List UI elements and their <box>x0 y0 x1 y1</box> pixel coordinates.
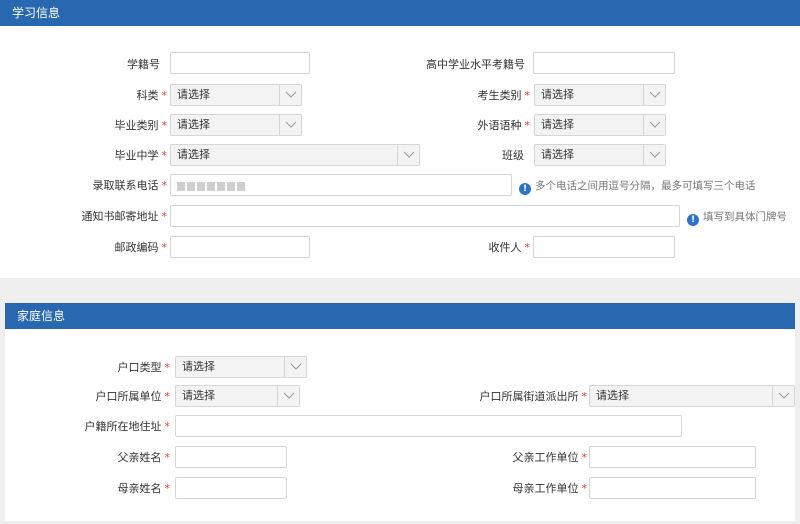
address-input[interactable] <box>170 205 680 227</box>
subject-type-label: 科类 * <box>136 89 168 102</box>
hukou-unit-select[interactable]: 请选择 <box>175 385 300 407</box>
postcode-input[interactable] <box>170 236 310 258</box>
hukou-address-input[interactable] <box>175 415 682 437</box>
mother-work-label: 母亲工作单位 * <box>512 482 588 495</box>
chevron-down-icon <box>778 392 790 399</box>
father-name-input[interactable] <box>175 446 287 468</box>
grad-category-select[interactable]: 请选择 <box>170 114 302 136</box>
grad-school-value: 请选择 <box>177 148 210 161</box>
language-select[interactable]: 请选择 <box>534 114 666 136</box>
chevron-down-icon <box>649 91 661 98</box>
grad-category-value: 请选择 <box>177 118 210 131</box>
subject-type-value: 请选择 <box>177 88 210 101</box>
hukou-station-label: 户口所属街道派出所 * <box>479 390 588 403</box>
hukou-station-value: 请选择 <box>596 389 629 402</box>
chevron-down-icon <box>290 363 302 370</box>
grad-school-select[interactable]: 请选择 <box>170 144 420 166</box>
address-hint: ! 填写到具体门牌号 <box>687 207 787 227</box>
grad-school-label: 毕业中学 * <box>114 149 168 162</box>
subject-type-select[interactable]: 请选择 <box>170 84 302 106</box>
redacted-phone <box>177 181 247 191</box>
info-icon: ! <box>687 214 699 226</box>
phone-hint: ! 多个电话之间用逗号分隔，最多可填写三个电话 <box>519 176 756 196</box>
grad-category-label: 毕业类别 * <box>114 119 168 132</box>
student-id-input[interactable] <box>170 52 310 74</box>
study-info-header: 学习信息 <box>0 0 800 26</box>
chevron-down-icon <box>649 121 661 128</box>
study-info-panel: 学习信息 学籍号 高中学业水平考籍号 科类 * 请选择 考生类别 * 请选择 毕业类… <box>0 0 800 278</box>
chevron-down-icon <box>403 151 415 158</box>
exam-category-value: 请选择 <box>541 88 574 101</box>
father-work-input[interactable] <box>589 446 756 468</box>
address-label: 通知书邮寄地址 * <box>81 210 168 223</box>
hukou-unit-label: 户口所属单位 * <box>95 390 171 403</box>
family-info-panel: 家庭信息 户口类型 * 请选择 户口所属单位 * 请选择 户口所属街道派出所 * 请选… <box>5 303 795 521</box>
mother-name-label: 母亲姓名 * <box>117 482 171 495</box>
postcode-label: 邮政编码 * <box>114 241 168 254</box>
language-label: 外语语种 * <box>477 119 531 132</box>
class-value: 请选择 <box>541 148 574 161</box>
hukou-type-value: 请选择 <box>182 360 215 373</box>
father-name-label: 父亲姓名 * <box>117 451 171 464</box>
chevron-down-icon <box>285 121 297 128</box>
hs-exam-id-label: 高中学业水平考籍号 <box>426 58 525 71</box>
phone-input[interactable] <box>170 174 512 196</box>
mother-work-input[interactable] <box>589 477 756 499</box>
hukou-address-label: 户籍所在地住址 * <box>84 420 171 433</box>
phone-label: 录取联系电话 * <box>92 179 168 192</box>
info-icon: ! <box>519 183 531 195</box>
mother-name-input[interactable] <box>175 477 287 499</box>
class-select[interactable]: 请选择 <box>534 144 666 166</box>
chevron-down-icon <box>649 151 661 158</box>
chevron-down-icon <box>283 392 295 399</box>
class-label: 班级 <box>502 149 524 162</box>
chevron-down-icon <box>285 91 297 98</box>
recipient-label: 收件人 * <box>488 241 531 254</box>
exam-category-select[interactable]: 请选择 <box>534 84 666 106</box>
hs-exam-id-input[interactable] <box>533 52 675 74</box>
hukou-unit-value: 请选择 <box>182 389 215 402</box>
language-value: 请选择 <box>541 118 574 131</box>
hukou-type-select[interactable]: 请选择 <box>175 356 307 378</box>
hukou-type-label: 户口类型 * <box>117 361 171 374</box>
student-id-label: 学籍号 <box>127 58 160 71</box>
exam-category-label: 考生类别 * <box>477 89 531 102</box>
hukou-station-select[interactable]: 请选择 <box>589 385 795 407</box>
family-info-header: 家庭信息 <box>5 303 795 329</box>
father-work-label: 父亲工作单位 * <box>512 451 588 464</box>
recipient-input[interactable] <box>533 236 675 258</box>
